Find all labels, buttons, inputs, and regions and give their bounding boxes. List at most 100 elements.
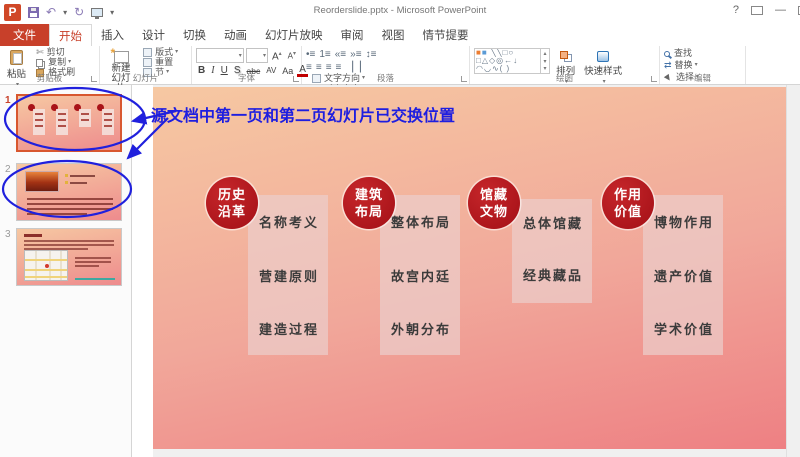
decrease-indent-icon[interactable]: «≡	[335, 49, 346, 60]
slide-3-map	[24, 250, 68, 281]
new-slide-icon	[111, 46, 129, 63]
group-slides: 新建幻灯片 ▾ 版式▾ 重置 节▾ 幻灯片	[100, 46, 192, 102]
save-icon[interactable]	[28, 6, 39, 18]
tab-slideshow[interactable]: 幻灯片放映	[256, 24, 332, 46]
undo-icon[interactable]: ↶	[46, 6, 56, 18]
ribbon: 粘贴 ▾ ✄剪切 复制▾ 格式刷 剪贴板 新建幻灯片 ▾ 版式▾ 重置 节▾ 幻	[0, 46, 800, 115]
undo-dropdown-caret-icon[interactable]: ▾	[63, 8, 67, 17]
slide-2-number: 2	[5, 164, 11, 175]
shapes-grid: ■■ ╲╲□○ □△◇◎←↓ ◠◡∿( )	[476, 49, 519, 73]
font-name-combo[interactable]: ▾	[196, 48, 244, 64]
clipboard-dialog-launcher[interactable]	[91, 76, 97, 82]
replace-icon: ⇄	[664, 60, 672, 70]
quick-access-toolbar: P ↶ ▾ ↻ ▾	[4, 3, 114, 21]
reset-icon	[143, 58, 153, 67]
list-item[interactable]: 经典藏品	[512, 268, 592, 283]
right-scrollbar-area[interactable]	[786, 85, 800, 457]
slide-1-thumbnail[interactable]	[16, 94, 122, 152]
shape-circle-value[interactable]: 作用 价值	[602, 177, 654, 229]
start-slideshow-icon[interactable]	[91, 7, 104, 19]
shape-circle-architecture[interactable]: 建筑 布局	[343, 177, 395, 229]
slide-canvas[interactable]: 历史 沿革 名称考义 营建原则 建造过程 建筑 布局 整体布局 故宫内廷 外朝分布 …	[153, 87, 786, 449]
list-item[interactable]: 外朝分布	[380, 322, 460, 337]
copy-icon	[36, 58, 44, 67]
tab-transitions[interactable]: 切换	[174, 24, 215, 46]
shape-circle-collection[interactable]: 馆藏 文物	[468, 177, 520, 229]
powerpoint-logo-icon[interactable]: P	[4, 3, 21, 21]
line-spacing-icon[interactable]: ↕≡	[366, 49, 377, 60]
tab-animations[interactable]: 动画	[215, 24, 256, 46]
slide-3-number: 3	[5, 229, 11, 240]
cut-button[interactable]: ✄ 剪切	[36, 48, 75, 57]
shapes-gallery[interactable]: ■■ ╲╲□○ □△◇◎←↓ ◠◡∿( ) ▴ ▾ ▾	[474, 48, 550, 74]
scissors-icon: ✄	[36, 47, 44, 57]
shape-box-history[interactable]: 名称考义 营建原则 建造过程	[248, 195, 328, 355]
workspace: 1 2 3 历史 沿革 名称考义 营建原则 建造过程 建筑 布局 整体布局 故宫…	[0, 85, 800, 457]
layout-icon	[143, 48, 153, 57]
group-paragraph: •≡ 1≡ «≡ »≡ ↕≡ ≡ ≡ ≡ ≡ ▕▕ 文字方向▾ 对齐文本▾ 转换…	[302, 46, 470, 105]
slide-2-thumbnail[interactable]	[16, 163, 122, 221]
window-title: Reorderslide.pptx - Microsoft PowerPoint	[313, 5, 487, 16]
numbering-icon[interactable]: 1≡	[319, 49, 330, 60]
list-item[interactable]: 遗产价值	[643, 269, 723, 284]
list-item[interactable]: 建造过程	[248, 322, 328, 337]
shrink-font-button[interactable]: A▾	[286, 48, 298, 63]
shape-box-value[interactable]: 博物作用 遗产价值 学术价值	[643, 195, 723, 355]
find-icon	[664, 50, 670, 57]
list-item[interactable]: 博物作用	[643, 215, 723, 230]
copy-button[interactable]: 复制 ▾	[36, 58, 75, 67]
slide-thumbnail-panel: 1 2 3	[0, 85, 132, 457]
group-clipboard: 粘贴 ▾ ✄剪切 复制▾ 格式刷 剪贴板	[0, 46, 100, 88]
shapes-gallery-scroll[interactable]: ▴ ▾ ▾	[540, 49, 549, 73]
ribbon-display-options-icon[interactable]	[751, 5, 763, 15]
tab-insert[interactable]: 插入	[92, 24, 133, 46]
tab-file[interactable]: 文件	[0, 24, 49, 46]
arrange-icon	[559, 51, 568, 59]
list-item[interactable]: 学术价值	[643, 322, 723, 337]
font-dialog-launcher[interactable]	[293, 76, 299, 82]
group-editing: 查找 ⇄ 替换 ▾ 选择 ▾ 编辑	[660, 46, 746, 84]
slide-1-number: 1	[5, 95, 11, 106]
ribbon-tabs: 文件 开始 插入 设计 切换 动画 幻灯片放映 审阅 视图 情节提要	[0, 24, 800, 47]
shape-box-collection[interactable]: 总体馆藏 经典藏品	[512, 199, 592, 303]
layout-button[interactable]: 版式 ▾	[143, 48, 178, 57]
tab-home[interactable]: 开始	[49, 24, 92, 47]
reset-button[interactable]: 重置	[143, 58, 178, 67]
group-label-editing: 编辑	[693, 73, 711, 83]
group-label-clipboard: 剪贴板	[36, 73, 63, 83]
grow-font-button[interactable]: A▴	[270, 48, 284, 63]
slide-2-photo	[25, 171, 59, 192]
list-item[interactable]: 营建原则	[248, 269, 328, 284]
window-controls: ? —	[733, 3, 800, 17]
title-bar: P ↶ ▾ ↻ ▾ Reorderslide.pptx - Microsoft …	[0, 0, 800, 24]
list-item[interactable]: 总体馆藏	[512, 216, 592, 231]
shape-circle-history[interactable]: 历史 沿革	[206, 177, 258, 229]
list-item[interactable]: 名称考义	[248, 215, 328, 230]
paste-icon	[10, 50, 23, 65]
increase-indent-icon[interactable]: »≡	[350, 49, 361, 60]
bullets-icon[interactable]: •≡	[306, 49, 315, 60]
replace-button[interactable]: ⇄ 替换 ▾	[664, 61, 699, 70]
group-label-font: 字体	[237, 73, 255, 83]
paragraph-dialog-launcher[interactable]	[461, 76, 467, 82]
group-drawing: ■■ ╲╲□○ □△◇◎←↓ ◠◡∿( ) ▴▾▾ 排列 ▾ 快速样式 ▾ 形状…	[470, 46, 660, 115]
slide-3-thumbnail[interactable]	[16, 228, 122, 286]
tab-view[interactable]: 视图	[373, 24, 414, 46]
redo-icon[interactable]: ↻	[74, 6, 84, 18]
tab-design[interactable]: 设计	[133, 24, 174, 46]
group-font: ▾ ▾ A▴ A▾ B I U S abc AV Aa A 字体	[192, 46, 308, 84]
quick-styles-icon	[597, 51, 610, 62]
font-size-combo[interactable]: ▾	[245, 48, 268, 64]
find-button[interactable]: 查找	[664, 49, 699, 58]
customize-qat-icon[interactable]: ▾	[110, 8, 114, 17]
drawing-dialog-launcher[interactable]	[651, 76, 657, 82]
group-label-drawing: 绘图	[555, 73, 573, 83]
group-label-slides: 幻灯片	[132, 73, 159, 83]
list-item[interactable]: 故宫内廷	[380, 269, 460, 284]
group-label-paragraph: 段落	[376, 73, 394, 83]
minimize-icon[interactable]: —	[775, 3, 786, 17]
tab-storyboarding[interactable]: 情节提要	[414, 24, 478, 46]
help-icon[interactable]: ?	[733, 3, 739, 17]
panel-gutter	[132, 85, 153, 457]
tab-review[interactable]: 审阅	[332, 24, 373, 46]
